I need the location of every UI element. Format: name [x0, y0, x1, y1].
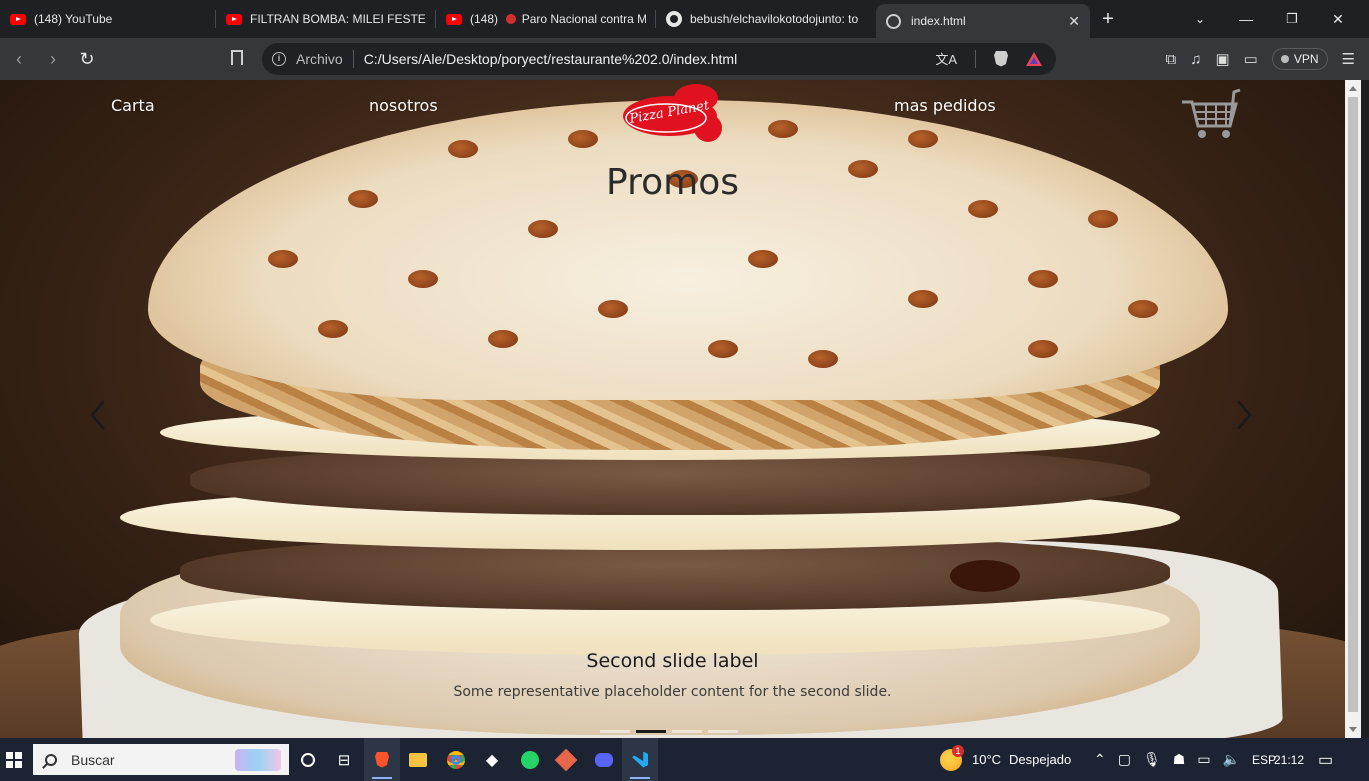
back-button[interactable]: ‹: [2, 49, 36, 70]
tab-label: bebush/elchavilokotodojunto: to: [690, 12, 859, 26]
page-scrollbar[interactable]: [1345, 80, 1361, 738]
whatsapp-icon[interactable]: [512, 738, 548, 781]
nav-link-carta[interactable]: Carta: [111, 96, 155, 115]
page-viewport: Carta nosotros mas pedidos Pizza Planet …: [0, 80, 1345, 738]
weather-desc: Despejado: [1009, 752, 1072, 767]
youtube-icon: [446, 13, 462, 25]
task-view-icon[interactable]: ⊟: [326, 738, 362, 781]
url-text[interactable]: C:/Users/Ale/Desktop/poryect/restaurante…: [364, 51, 738, 67]
nav-link-mas-pedidos[interactable]: mas pedidos: [894, 96, 996, 115]
sauce-drip: [950, 560, 1020, 592]
carousel-next-icon[interactable]: [1232, 398, 1256, 432]
weather-widget[interactable]: 1 10°C Despejado: [940, 738, 1071, 781]
nav-link-nosotros[interactable]: nosotros: [369, 96, 438, 115]
tab-github[interactable]: bebush/elchavilokotodojunto: to: [656, 0, 876, 38]
vpn-button[interactable]: VPN: [1271, 48, 1328, 70]
wifi-icon[interactable]: ☗: [1173, 751, 1186, 768]
pizza-planet-logo[interactable]: Pizza Planet: [618, 82, 722, 146]
browser-toolbar: ‹ › ↻ i Archivo C:/Users/Ale/Desktop/por…: [0, 38, 1369, 80]
tab-label: (148): [470, 12, 498, 26]
weather-temp: 10°C: [972, 752, 1002, 767]
globe-icon: [886, 13, 901, 29]
youtube-icon: [10, 13, 26, 25]
search-highlight-icon: [235, 748, 281, 771]
cortana-icon[interactable]: [290, 738, 326, 781]
tab-label-2: Paro Nacional contra M: [521, 12, 646, 26]
microphone-icon[interactable]: 🎙: [1143, 751, 1161, 768]
discord-icon[interactable]: [586, 738, 622, 781]
search-icon: [45, 753, 57, 766]
chevron-up-icon[interactable]: ⌃: [1094, 751, 1106, 768]
search-placeholder: Buscar: [71, 751, 115, 768]
system-tray: ⌃ ▢ 🎙 ☗ ▭ 🔈 ESP: [1094, 738, 1276, 781]
notifications-icon[interactable]: ▭: [1318, 738, 1333, 781]
bookmark-icon[interactable]: [231, 50, 243, 65]
carousel-indicator[interactable]: [708, 730, 738, 733]
carousel-indicator[interactable]: [672, 730, 702, 733]
carousel-prev-icon[interactable]: [86, 398, 110, 432]
github-icon: [666, 11, 682, 27]
window-edge: [1361, 80, 1369, 738]
sidebar-icon[interactable]: ▣: [1215, 50, 1229, 68]
forward-button[interactable]: ›: [36, 49, 70, 70]
file-explorer-icon[interactable]: [400, 738, 436, 781]
carousel-indicator[interactable]: [600, 730, 630, 733]
network-icon[interactable]: ▭: [1197, 751, 1210, 768]
close-window-button[interactable]: ✕: [1315, 0, 1361, 38]
youtube-icon: [226, 13, 242, 25]
vscode-icon[interactable]: [622, 738, 658, 781]
chrome-icon[interactable]: [438, 738, 474, 781]
vpn-label: VPN: [1293, 52, 1319, 66]
tab-index-html[interactable]: index.html ✕: [876, 4, 1090, 38]
carousel-indicators: [600, 730, 738, 733]
page-title: Promos: [606, 162, 739, 203]
wallet-icon[interactable]: ▭: [1244, 50, 1258, 68]
close-icon[interactable]: ✕: [1056, 13, 1080, 30]
minimize-button[interactable]: —: [1223, 0, 1269, 38]
github-desktop-icon[interactable]: ◆: [474, 738, 510, 781]
brave-shields-icon[interactable]: [994, 50, 1008, 67]
recording-icon: [505, 14, 516, 24]
reload-button[interactable]: ↻: [70, 49, 104, 70]
git-client-icon[interactable]: [548, 738, 584, 781]
tab-paro-nacional[interactable]: (148) Paro Nacional contra M: [436, 0, 656, 38]
slide-label: Second slide label: [586, 650, 759, 672]
media-icon[interactable]: ♫: [1190, 51, 1201, 68]
clock[interactable]: 21:12: [1274, 738, 1304, 781]
tab-label: index.html: [911, 14, 966, 28]
camera-icon[interactable]: ▢: [1118, 751, 1131, 768]
brave-taskbar-icon[interactable]: [364, 738, 400, 781]
windows-start-icon[interactable]: [6, 751, 22, 768]
scroll-up-icon[interactable]: [1349, 86, 1357, 91]
tab-youtube[interactable]: (148) YouTube: [0, 0, 216, 38]
tab-filtran-bomba[interactable]: FILTRAN BOMBA: MILEI FESTEJA: [216, 0, 436, 38]
tab-label: FILTRAN BOMBA: MILEI FESTEJA: [250, 12, 426, 26]
taskbar: Buscar ⊟ ◆ 1 10°C Despejado ⌃ ▢ 🎙 ☗ ▭ 🔈 …: [0, 738, 1369, 781]
taskbar-search[interactable]: Buscar: [33, 744, 289, 775]
brave-rewards-icon[interactable]: [1026, 51, 1042, 66]
translate-icon[interactable]: 文A: [935, 49, 957, 68]
volume-icon[interactable]: 🔈: [1223, 751, 1240, 768]
tab-strip: (148) YouTube FILTRAN BOMBA: MILEI FESTE…: [0, 0, 1369, 38]
tab-search-chevron-icon[interactable]: ⌄: [1177, 0, 1223, 38]
carousel-indicator-active[interactable]: [636, 730, 666, 733]
cart-icon[interactable]: [1178, 86, 1242, 140]
new-tab-button[interactable]: +: [1090, 8, 1126, 31]
slide-text: Some representative placeholder content …: [453, 684, 892, 700]
address-bar[interactable]: i Archivo C:/Users/Ale/Desktop/poryect/r…: [262, 43, 1056, 75]
security-label: Archivo: [296, 51, 343, 67]
menu-icon[interactable]: ☰: [1342, 50, 1355, 68]
weather-icon: 1: [940, 744, 964, 771]
scroll-down-icon[interactable]: [1349, 727, 1357, 732]
language-indicator[interactable]: ESP: [1252, 753, 1276, 767]
restore-button[interactable]: ❐: [1269, 0, 1315, 38]
info-icon[interactable]: i: [272, 52, 286, 66]
scrollbar-thumb[interactable]: [1348, 97, 1358, 712]
extensions-icon[interactable]: ⧉: [1166, 51, 1177, 68]
weather-badge: 1: [952, 744, 964, 757]
tab-label: (148) YouTube: [34, 12, 113, 26]
